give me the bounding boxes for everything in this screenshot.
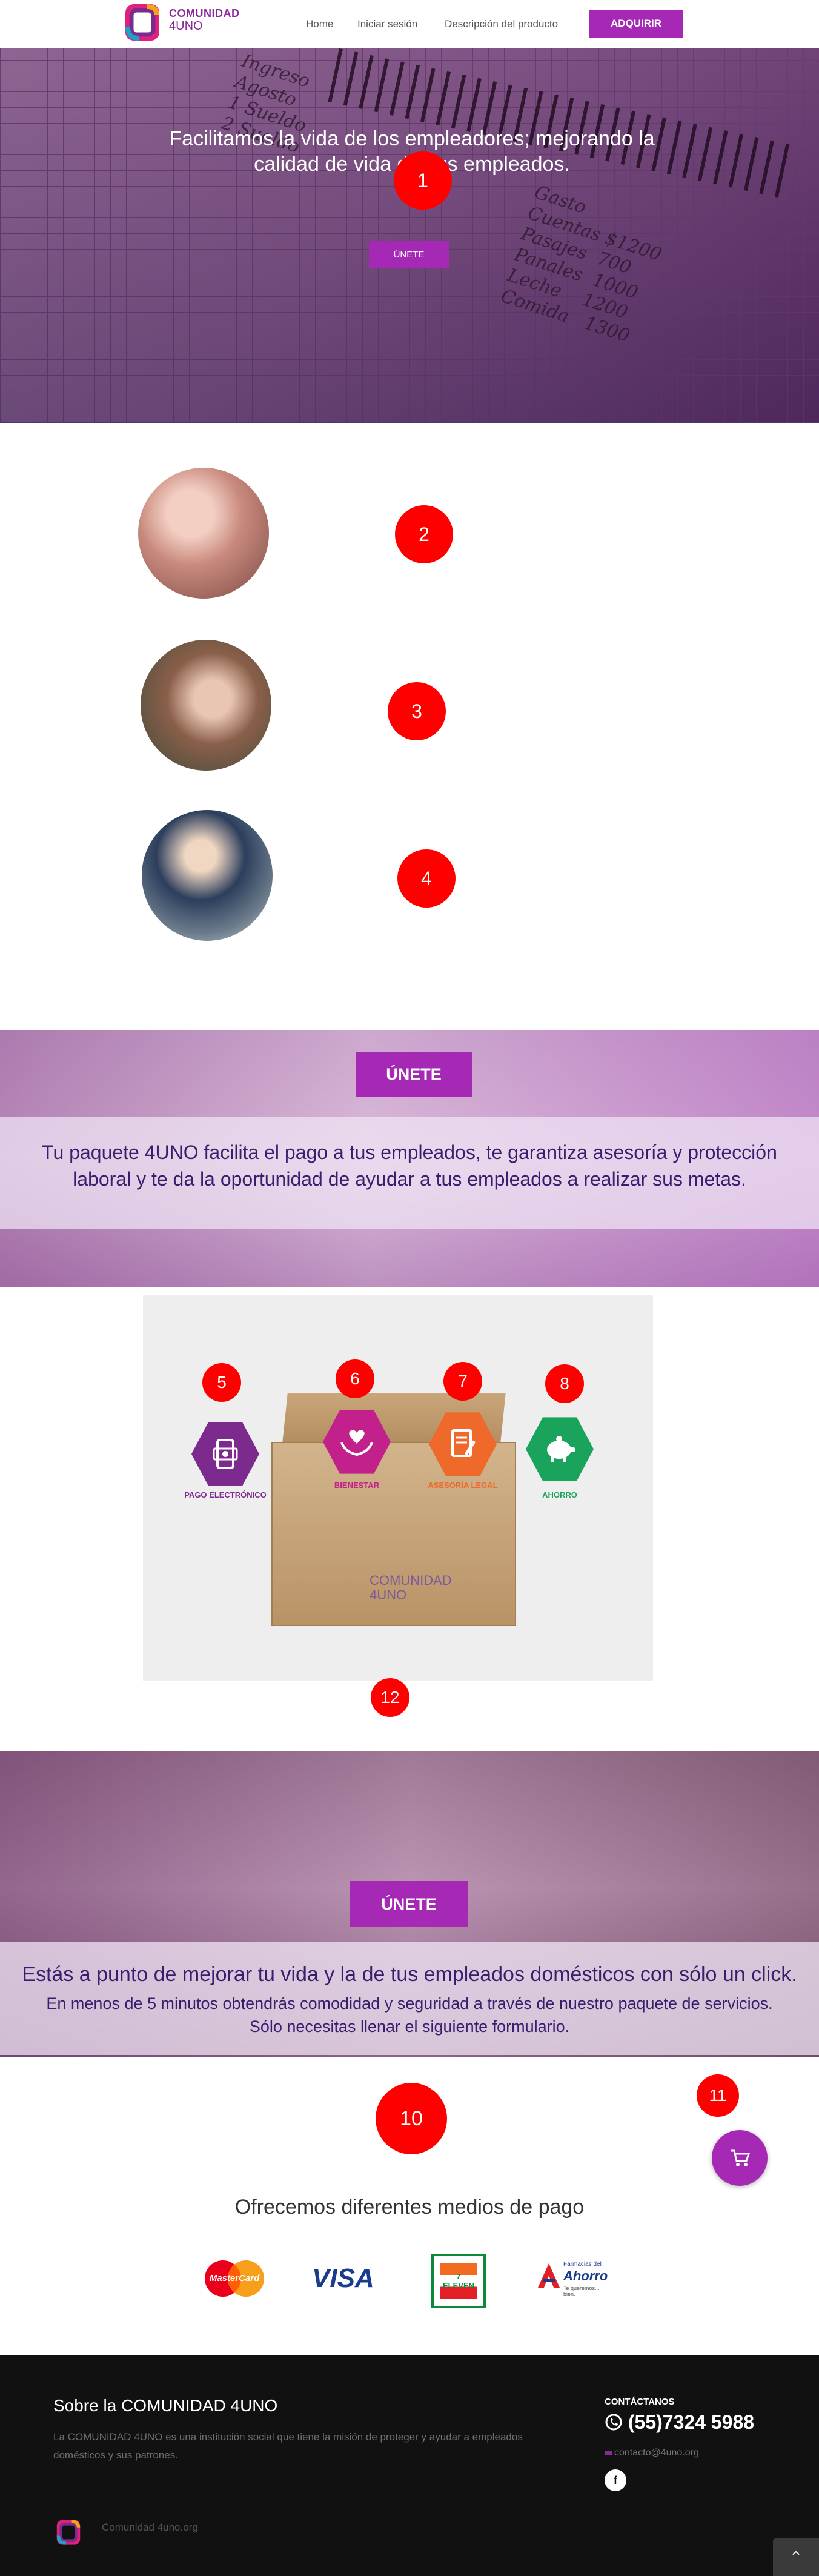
ahorro-line2: Ahorro (563, 2268, 608, 2283)
marker-1: 1 (394, 151, 452, 210)
nav-home-link[interactable]: Home (306, 18, 333, 30)
service-label-saving: AHORRO (542, 1490, 577, 1499)
scroll-to-top-button[interactable]: ⌃ (773, 2538, 819, 2576)
visa-logo: VISA (312, 2263, 374, 2293)
photo-businessman (142, 810, 273, 941)
ahorro-line1: Farmacias del (563, 2261, 602, 2268)
service-label-payment: PAGO ELECTRÓNICO (184, 1490, 267, 1499)
footer-phone-number: (55)7324 5988 (628, 2411, 755, 2433)
signup-instruction: Sólo necesitas llenar el siguiente formu… (249, 2017, 570, 2036)
marker-11: 11 (697, 2074, 739, 2117)
marker-6: 6 (336, 1359, 374, 1398)
footer-email-text: contacto@4uno.org (614, 2448, 699, 2458)
hero-join-button[interactable]: ÚNETE (369, 241, 449, 268)
logo-mark-icon[interactable] (124, 3, 161, 42)
footer-phone[interactable]: (55)7324 5988 (605, 2411, 754, 2434)
mastercard-logo: MasterCard (201, 2259, 268, 2299)
marker-7: 7 (443, 1362, 482, 1401)
band-join-button[interactable]: ÚNETE (356, 1052, 472, 1097)
whatsapp-icon (605, 2414, 622, 2431)
footer-about-title: Sobre la COMUNIDAD 4UNO (53, 2396, 278, 2415)
email-icon (605, 2451, 612, 2455)
cart-button[interactable] (712, 2130, 768, 2186)
marker-3: 3 (388, 682, 446, 740)
photo-woman-phone (138, 468, 269, 599)
footer-contact-label: CONTÁCTANOS (605, 2397, 675, 2407)
footer-email[interactable]: contacto@4uno.org (605, 2448, 699, 2458)
hero-banner (0, 48, 819, 423)
seven-eleven-logo: 7 ELEVEN (431, 2254, 486, 2308)
ahorro-tagline: Te queremos... bien. (563, 2285, 600, 2297)
seven-eleven-text: 7 ELEVEN (440, 2263, 477, 2299)
photo-hands-sewing (141, 640, 271, 771)
marker-4: 4 (397, 849, 456, 908)
site-header: COMUNIDAD 4UNO Home Iniciar sesión Descr… (0, 0, 819, 49)
marker-5: 5 (202, 1363, 241, 1402)
chevron-up-icon: ⌃ (789, 2548, 803, 2567)
nav-login-link[interactable]: Iniciar sesión (357, 18, 417, 30)
signup-headline: Estás a punto de mejorar tu vida y la de… (22, 1963, 797, 1986)
site-footer (0, 2355, 819, 2576)
logo-text-line2: 4UNO (169, 19, 203, 33)
service-label-wellness: BIENESTAR (334, 1481, 380, 1490)
package-description: Tu paquete 4UNO facilita el pago a tus e… (42, 1141, 777, 1190)
shopping-cart-icon (731, 2149, 750, 2166)
service-label-legal: ASESORÍA LEGAL (428, 1481, 498, 1490)
footer-logo-mark-icon (56, 2520, 81, 2545)
nav-product-description-link[interactable]: Descripción del producto (445, 18, 558, 30)
logo-text-line1: COMUNIDAD (169, 7, 240, 19)
signup-join-button[interactable]: ÚNETE (350, 1881, 468, 1927)
marker-10: 10 (376, 2083, 447, 2154)
farmacias-ahorro-logo: Farmacias del Ahorro Te queremos... bien… (537, 2260, 608, 2297)
box-logo-line2: 4UNO (370, 1587, 407, 1602)
acquire-button[interactable]: ADQUIRIR (589, 10, 683, 38)
marker-12: 12 (371, 1678, 409, 1717)
signup-subtext: En menos de 5 minutos obtendrás comodida… (46, 1994, 773, 2013)
footer-site-name: Comunidad 4uno.org (102, 2521, 198, 2533)
box-logo-line1: COMUNIDAD (370, 1573, 452, 1588)
marker-8: 8 (545, 1364, 584, 1403)
marker-2: 2 (395, 505, 453, 563)
payment-methods-title: Ofrecemos diferentes medios de pago (234, 2196, 585, 2219)
mastercard-text: MasterCard (209, 2273, 260, 2283)
facebook-icon[interactable]: f (605, 2469, 626, 2491)
footer-about-description: La COMUNIDAD 4UNO es una institución soc… (53, 2431, 523, 2461)
